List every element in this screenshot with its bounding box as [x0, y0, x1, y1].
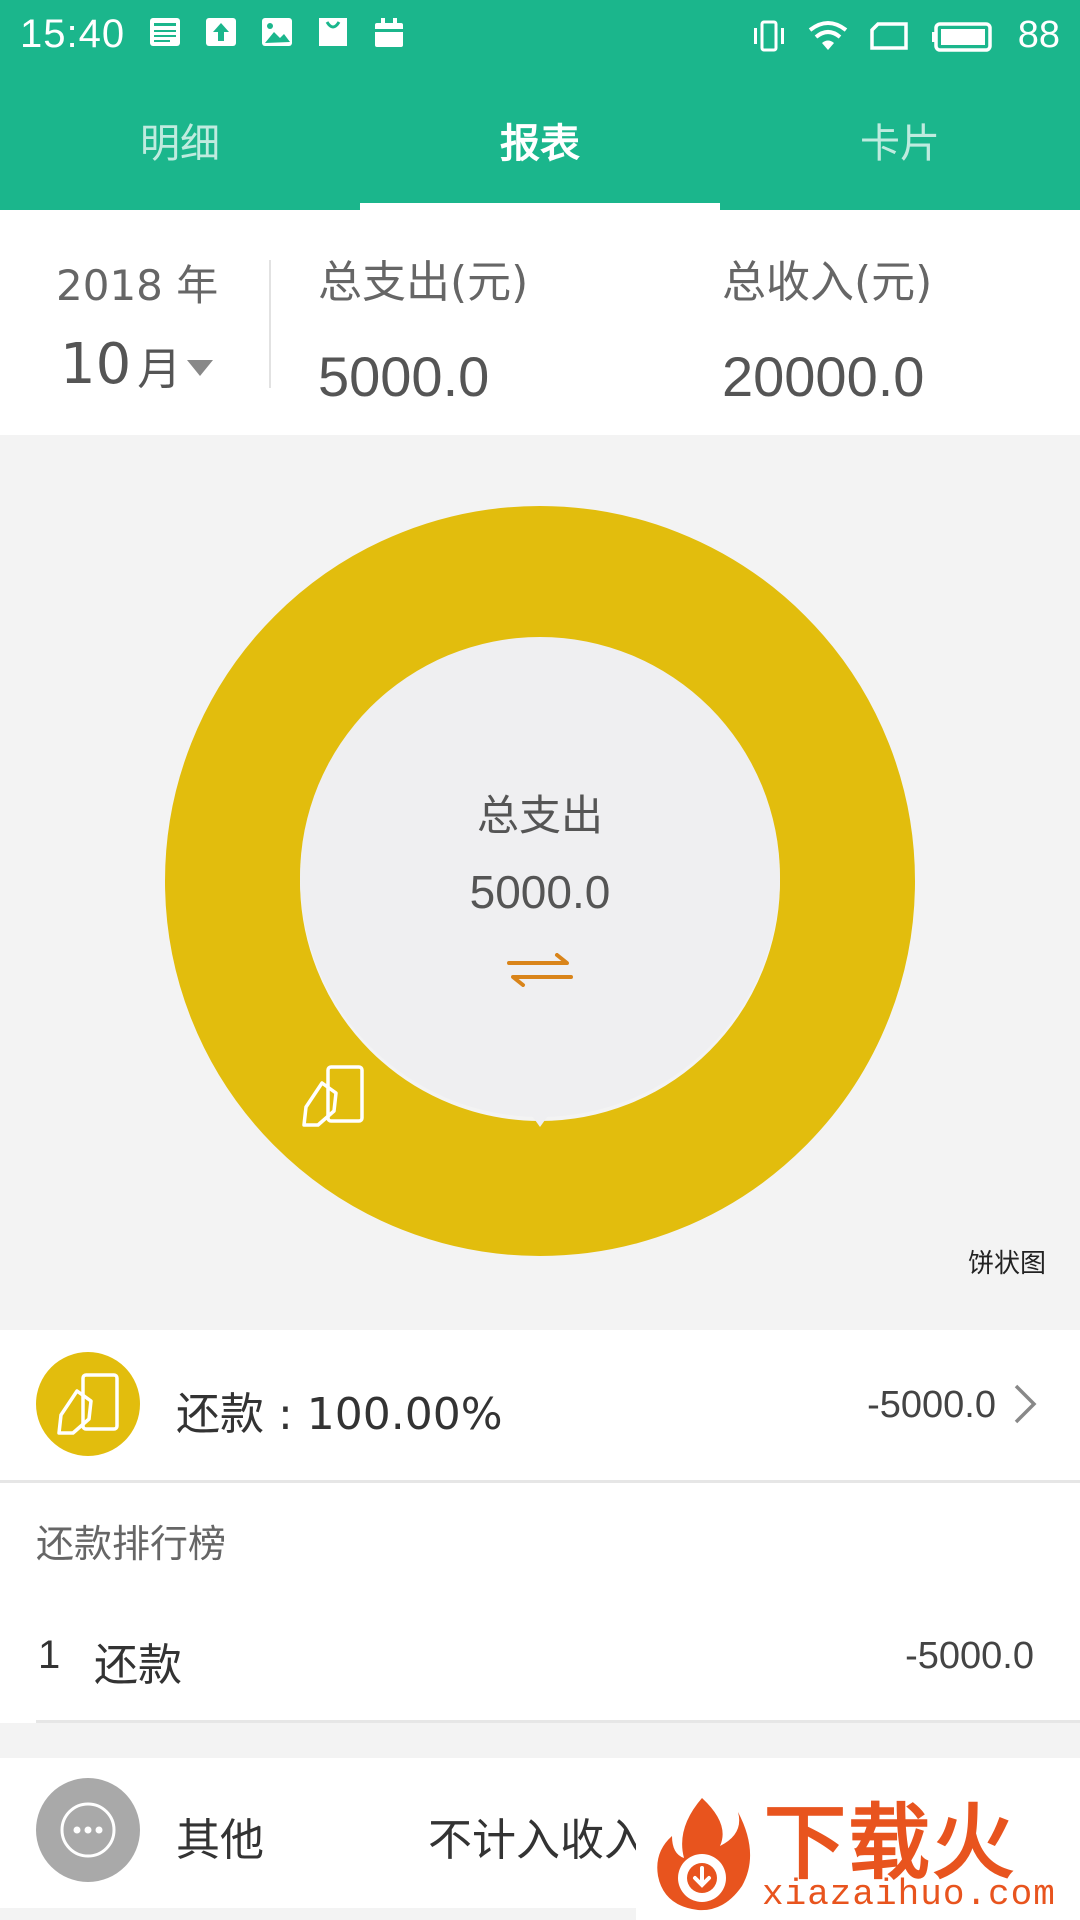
category-badge	[36, 1352, 140, 1456]
watermark-url: xiazaihuo.com	[762, 1874, 1056, 1915]
card-payment-icon	[57, 1373, 119, 1435]
more-icon	[60, 1802, 116, 1858]
total-income: 总收入(元) 20000.0	[722, 246, 932, 409]
chart-type-label[interactable]: 饼状图	[968, 1243, 1046, 1280]
tab-bar: 明细 报表 卡片	[0, 70, 1080, 210]
ranking-row[interactable]: 1 还款 -5000.0	[0, 1595, 1080, 1723]
sim-icon	[869, 21, 908, 50]
vibrate-icon	[753, 20, 784, 51]
tab-label: 卡片	[860, 121, 940, 167]
status-system-icons: 88	[752, 14, 1060, 57]
ranking-title: 还款排行榜	[36, 1522, 227, 1566]
news-icon	[150, 18, 180, 46]
total-expense-label: 总支出(元)	[318, 257, 529, 308]
month-number: 10	[60, 332, 132, 397]
shopping-bag-icon	[319, 18, 347, 46]
tab-report[interactable]: 报表	[360, 70, 720, 210]
summary-header: 2018 年 10 月 总支出(元) 5000.0 总收入(元) 20000.0	[0, 210, 1080, 435]
tab-label: 报表	[500, 121, 580, 167]
total-income-value: 20000.0	[722, 345, 925, 408]
month-selector[interactable]: 10 月	[60, 332, 214, 397]
ranking-section: 还款排行榜 1 还款 -5000.0	[0, 1483, 1080, 1723]
total-expense: 总支出(元) 5000.0	[318, 246, 528, 409]
other-note: 不计入收入	[428, 1815, 648, 1866]
chevron-right-icon	[1014, 1384, 1037, 1424]
tab-label: 明细	[140, 121, 220, 167]
total-income-label: 总收入(元)	[722, 257, 933, 308]
battery-icon	[931, 21, 992, 52]
tab-details[interactable]: 明细	[0, 70, 360, 210]
upload-icon	[206, 18, 236, 46]
rank-name: 还款	[94, 1640, 182, 1691]
watermark: 下载火 xiazaihuo.com	[636, 1774, 1080, 1920]
status-notification-icons	[148, 14, 406, 50]
calendar-icon	[375, 18, 403, 47]
month-suffix: 月	[137, 343, 182, 395]
rank-amount: -5000.0	[905, 1635, 1034, 1677]
chevron-down-icon	[187, 359, 214, 376]
gallery-icon	[262, 18, 292, 46]
rank-divider	[36, 1720, 1080, 1723]
wifi-icon	[808, 20, 847, 50]
summary-divider	[269, 260, 271, 388]
swap-arrows-icon[interactable]	[507, 953, 573, 987]
other-badge	[36, 1778, 140, 1882]
chart-center-title: 总支出	[476, 791, 603, 840]
status-bar: 15:40 88	[0, 0, 1080, 70]
chart-area: 总支出 5000.0 饼状图	[0, 435, 1080, 1330]
card-payment-icon	[302, 1065, 364, 1127]
battery-level: 88	[1017, 14, 1060, 56]
other-label: 其他	[176, 1815, 264, 1866]
category-row[interactable]: 还款 : 100.00% -5000.0	[0, 1330, 1080, 1483]
category-amount: -5000.0	[867, 1384, 996, 1426]
status-time: 15:40	[20, 12, 126, 56]
rank-number: 1	[38, 1633, 61, 1677]
category-label: 还款 : 100.00%	[176, 1389, 503, 1440]
year-label: 2018 年	[56, 261, 219, 310]
tab-cards[interactable]: 卡片	[720, 70, 1080, 210]
flame-logo-icon	[657, 1798, 751, 1911]
chart-center-value: 5000.0	[469, 866, 611, 918]
total-expense-value: 5000.0	[318, 345, 490, 408]
